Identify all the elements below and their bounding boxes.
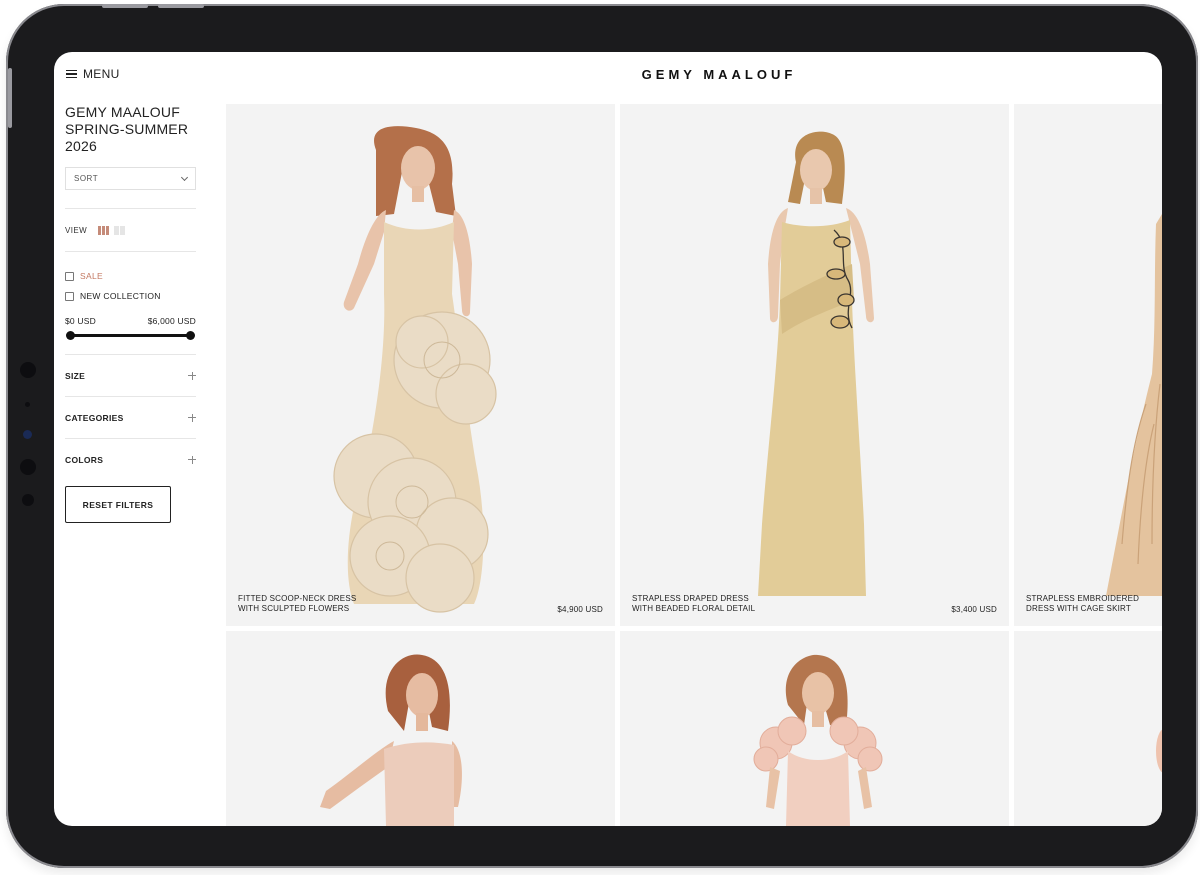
- site-header: MENU GEMY MAALOUF: [54, 52, 1162, 100]
- product-title-line: WITH SCULPTED FLOWERS: [238, 604, 350, 613]
- reset-filters-button[interactable]: RESET FILTERS: [65, 486, 171, 523]
- product-card[interactable]: [620, 631, 1009, 826]
- sensor-dot: [20, 362, 36, 378]
- view-label: VIEW: [65, 225, 88, 235]
- accordion-colors[interactable]: COLORS: [65, 439, 196, 480]
- filter-sidebar: GEMY MAALOUF SPRING-SUMMER 2026 SORT VIE…: [65, 104, 196, 523]
- accordion-categories[interactable]: CATEGORIES: [65, 397, 196, 438]
- product-title-line: STRAPLESS DRAPED DRESS: [632, 594, 749, 603]
- product-title-line: FITTED SCOOP-NECK DRESS: [238, 594, 357, 603]
- sensor-dot: [22, 494, 34, 506]
- volume-button: [102, 4, 148, 8]
- tablet-frame: MENU GEMY MAALOUF GEMY MAALOUF SPRING-SU…: [6, 4, 1198, 868]
- accordion-size[interactable]: SIZE: [65, 355, 196, 396]
- product-card[interactable]: [226, 631, 615, 826]
- product-card[interactable]: [1014, 631, 1162, 826]
- dress-photo: [320, 654, 462, 826]
- screen: MENU GEMY MAALOUF GEMY MAALOUF SPRING-SU…: [54, 52, 1162, 826]
- view-three-columns-icon[interactable]: [98, 225, 110, 235]
- price-range-labels: $0 USD $6,000 USD: [65, 316, 196, 326]
- dress-photo: [758, 131, 874, 596]
- brand-logo[interactable]: GEMY MAALOUF: [54, 67, 1162, 82]
- product-title-line: STRAPLESS EMBROIDERED: [1026, 594, 1140, 603]
- product-title: STRAPLESS DRAPED DRESS WITH BEADED FLORA…: [632, 594, 812, 614]
- filter-new-collection[interactable]: NEW COLLECTION: [65, 286, 196, 306]
- sensor-dot: [20, 459, 36, 475]
- chevron-down-icon: [180, 173, 189, 181]
- sort-label: SORT: [74, 174, 99, 183]
- price-max: $6,000 USD: [147, 316, 196, 326]
- product-title: STRAPLESS EMBROIDERED DRESS WITH CAGE SK…: [1026, 594, 1162, 614]
- volume-button: [158, 4, 204, 8]
- price-min: $0 USD: [65, 316, 96, 326]
- price-slider-min-handle[interactable]: [66, 331, 75, 340]
- product-card[interactable]: FITTED SCOOP-NECK DRESS WITH SCULPTED FL…: [226, 104, 615, 626]
- power-button: [8, 68, 12, 128]
- plus-icon: [188, 371, 196, 380]
- sale-checkbox[interactable]: [65, 271, 74, 281]
- collection-title-line: SPRING-SUMMER: [65, 121, 189, 137]
- filter-sale[interactable]: SALE: [65, 266, 196, 286]
- sensor-dot: [25, 402, 30, 407]
- sort-select[interactable]: SORT: [65, 167, 196, 190]
- categories-label: CATEGORIES: [65, 412, 124, 423]
- price-slider-max-handle[interactable]: [186, 331, 195, 340]
- price-slider-track: [70, 334, 191, 337]
- view-selector: VIEW: [65, 209, 196, 251]
- product-title: FITTED SCOOP-NECK DRESS WITH SCULPTED FL…: [238, 594, 418, 614]
- dress-photo: [1156, 729, 1162, 773]
- dress-photo: [1106, 214, 1162, 596]
- collection-title: GEMY MAALOUF SPRING-SUMMER 2026: [65, 104, 196, 155]
- product-price: $4,900 USD: [557, 605, 603, 614]
- collection-title-line: GEMY MAALOUF: [65, 104, 180, 120]
- product-card[interactable]: STRAPLESS DRAPED DRESS WITH BEADED FLORA…: [620, 104, 1009, 626]
- plus-icon: [188, 413, 196, 422]
- sale-label: SALE: [80, 271, 103, 281]
- view-two-columns-icon[interactable]: [114, 225, 126, 235]
- product-title-line: WITH BEADED FLORAL DETAIL: [632, 604, 756, 613]
- dress-photo: [333, 126, 497, 613]
- product-card[interactable]: STRAPLESS EMBROIDERED DRESS WITH CAGE SK…: [1014, 104, 1162, 626]
- product-title-line: DRESS WITH CAGE SKIRT: [1026, 604, 1131, 613]
- dress-photo: [753, 654, 883, 826]
- collection-title-line: 2026: [65, 138, 97, 154]
- camera-lens: [23, 430, 32, 439]
- size-label: SIZE: [65, 370, 86, 381]
- plus-icon: [188, 455, 196, 464]
- colors-label: COLORS: [65, 454, 104, 465]
- new-collection-checkbox[interactable]: [65, 291, 74, 301]
- new-collection-label: NEW COLLECTION: [80, 291, 161, 301]
- product-price: $3,400 USD: [951, 605, 997, 614]
- price-slider[interactable]: [65, 328, 196, 342]
